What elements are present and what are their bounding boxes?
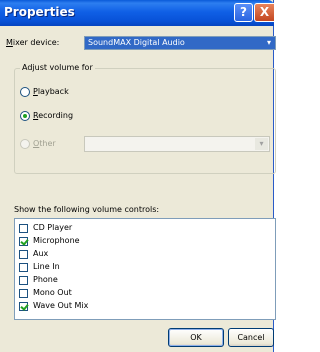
other-device-select: ▾ (84, 136, 270, 152)
cancel-button[interactable]: Cancel (228, 328, 274, 347)
radio-playback-button[interactable] (20, 87, 30, 97)
volume-controls-heading: Show the following volume controls: (14, 205, 160, 214)
aux-label: Aux (33, 249, 49, 258)
close-icon: X (259, 5, 270, 19)
radio-recording-button[interactable] (20, 111, 30, 121)
window-title: Properties (4, 5, 75, 19)
line-in-checkbox[interactable] (19, 263, 28, 272)
cd-player-label: CD Player (33, 223, 73, 232)
radio-other-label-rest: ther (39, 139, 56, 148)
radio-playback-label[interactable]: Playback (33, 87, 69, 96)
chevron-down-icon: ▾ (255, 138, 268, 150)
volume-controls-list[interactable]: CD Player Microphone Aux Line In Phone M… (14, 218, 276, 320)
help-icon: ? (240, 5, 247, 19)
phone-checkbox[interactable] (19, 276, 28, 285)
mono-out-checkbox[interactable] (19, 289, 28, 298)
wave-out-mix-checkbox[interactable] (19, 302, 28, 311)
aux-checkbox[interactable] (19, 250, 28, 259)
radio-playback-label-rest: layback (37, 87, 69, 96)
adjust-volume-legend: Adjust volume for (20, 63, 95, 72)
microphone-label: Microphone (33, 236, 80, 245)
mixer-device-select[interactable]: SoundMAX Digital Audio ▾ (84, 36, 276, 50)
cd-player-checkbox[interactable] (19, 224, 28, 233)
wave-out-mix-label: Wave Out Mix (33, 301, 89, 310)
mixer-device-value: SoundMAX Digital Audio (88, 38, 185, 47)
chevron-down-icon[interactable]: ▾ (267, 38, 271, 47)
ok-button[interactable]: OK (168, 328, 224, 347)
line-in-label: Line In (33, 262, 60, 271)
mono-out-label: Mono Out (33, 288, 72, 297)
microphone-checkbox[interactable] (19, 237, 28, 246)
radio-other-button (20, 139, 30, 149)
mixer-device-label: Mixer device: (6, 38, 59, 47)
close-button[interactable]: X (254, 3, 274, 22)
radio-recording-label[interactable]: Recording (33, 111, 73, 120)
mixer-device-accel: M (6, 38, 13, 47)
properties-dialog: Properties ? X Mixer device: SoundMAX Di… (0, 0, 276, 352)
mixer-device-label-rest: ixer device: (12, 38, 60, 47)
adjust-volume-group (14, 68, 276, 174)
help-button[interactable]: ? (234, 3, 253, 22)
phone-label: Phone (33, 275, 58, 284)
radio-other-label: Other (33, 139, 56, 148)
radio-recording-label-rest: ecording (38, 111, 74, 120)
title-bar[interactable]: Properties ? X (0, 0, 274, 26)
